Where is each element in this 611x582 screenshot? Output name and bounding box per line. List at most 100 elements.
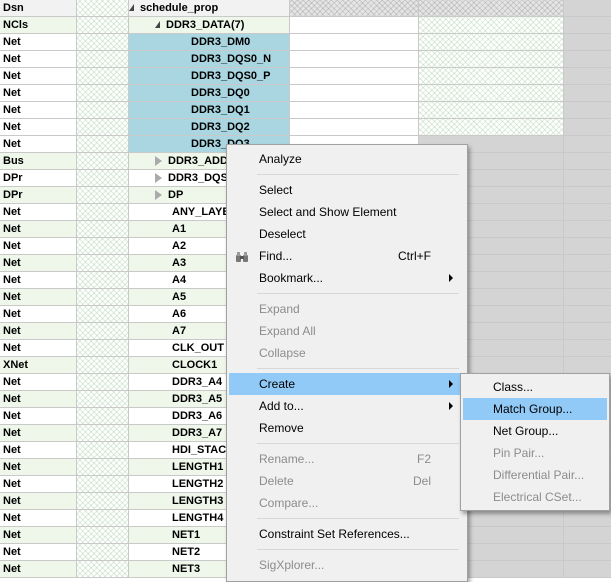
menu-add-to[interactable]: Add to... [229, 395, 465, 417]
value-cell[interactable] [290, 102, 419, 119]
row-name-label: A2 [172, 240, 187, 252]
value-cell[interactable] [290, 119, 419, 136]
expand-triangle-icon[interactable] [155, 190, 162, 201]
row-type-cell: Net [0, 289, 77, 306]
value-cell[interactable] [290, 17, 419, 34]
collapse-triangle-icon[interactable] [129, 3, 134, 11]
value-cell[interactable] [419, 17, 564, 34]
menu-remove[interactable]: Remove [229, 417, 465, 439]
value-cell[interactable] [290, 85, 419, 102]
blank-cell [77, 561, 129, 578]
row-name-cell[interactable]: DDR3_DATA(7) [129, 17, 290, 34]
menu-separator [257, 174, 459, 175]
table-row[interactable]: NCls DDR3_DATA(7) [0, 17, 611, 34]
menu-separator [257, 518, 459, 519]
blank-cell [77, 153, 129, 170]
menu-find[interactable]: Find... Ctrl+F [229, 245, 465, 267]
menu-compare: Compare... [229, 492, 465, 514]
blank-cell [77, 34, 129, 51]
menu-item-label: Bookmark... [259, 271, 324, 285]
row-name-label: A7 [172, 325, 187, 337]
table-row[interactable]: Net DDR3_DQ1 [0, 102, 611, 119]
value-cell [564, 510, 611, 527]
row-name-label: A3 [172, 257, 187, 269]
row-name-label: DDR3_DQS0_P [191, 70, 271, 82]
submenu-net-group[interactable]: Net Group... [463, 420, 607, 442]
blank-cell [77, 493, 129, 510]
blank-cell [77, 136, 129, 153]
value-cell [564, 170, 611, 187]
row-type-cell: Net [0, 136, 77, 153]
menu-item-label: Create [259, 377, 296, 391]
blank-cell [77, 323, 129, 340]
value-cell [564, 544, 611, 561]
row-name-cell[interactable]: DDR3_DQ2 [129, 119, 290, 136]
row-type-cell: Net [0, 34, 77, 51]
menu-item-label: Deselect [259, 227, 306, 241]
menu-constraint-set-references[interactable]: Constraint Set References... [229, 523, 465, 545]
blank-cell [77, 544, 129, 561]
menu-select-and-show[interactable]: Select and Show Element [229, 201, 465, 223]
menu-deselect[interactable]: Deselect [229, 223, 465, 245]
table-row[interactable]: Net DDR3_DM0 [0, 34, 611, 51]
row-name-label: NET2 [172, 546, 201, 558]
value-cell [564, 238, 611, 255]
submenu-class[interactable]: Class... [463, 376, 607, 398]
menu-item-label: Expand [259, 302, 300, 316]
value-cell[interactable] [419, 102, 564, 119]
value-cell [564, 340, 611, 357]
value-cell [564, 153, 611, 170]
table-row[interactable]: Net DDR3_DQS0_P [0, 68, 611, 85]
blank-cell [77, 85, 129, 102]
value-cell[interactable] [419, 34, 564, 51]
menu-bookmark[interactable]: Bookmark... [229, 267, 465, 289]
row-type-cell: Net [0, 459, 77, 476]
row-type-cell: Net [0, 68, 77, 85]
value-cell[interactable] [419, 68, 564, 85]
table-row[interactable]: Net DDR3_DQ0 [0, 85, 611, 102]
blank-cell [77, 119, 129, 136]
row-name-cell[interactable]: DDR3_DM0 [129, 34, 290, 51]
row-name-cell[interactable]: DDR3_DQ1 [129, 102, 290, 119]
menu-shortcut: F2 [416, 452, 431, 466]
row-name-label: CLK_OUT [172, 342, 224, 354]
menu-item-label: Net Group... [493, 424, 559, 438]
header-type-column[interactable]: Dsn [0, 0, 77, 17]
row-name-cell[interactable]: DDR3_DQS0_N [129, 51, 290, 68]
expand-triangle-icon[interactable] [155, 156, 162, 167]
row-name-cell[interactable]: DDR3_DQS0_P [129, 68, 290, 85]
row-name-cell[interactable]: DDR3_DQ0 [129, 85, 290, 102]
collapse-triangle-icon[interactable] [155, 20, 160, 28]
menu-item-label: Electrical CSet... [493, 490, 582, 504]
submenu-arrow-icon [449, 402, 453, 410]
menu-create[interactable]: Create [229, 373, 465, 395]
value-cell[interactable] [290, 68, 419, 85]
row-name-label: NET3 [172, 563, 201, 575]
value-cell[interactable] [419, 119, 564, 136]
menu-select[interactable]: Select [229, 179, 465, 201]
row-type-cell: Net [0, 340, 77, 357]
binoculars-icon [235, 249, 249, 263]
menu-shortcut: Del [412, 474, 431, 488]
row-type-cell: DPr [0, 187, 77, 204]
menu-item-label: Delete [259, 474, 294, 488]
expand-triangle-icon[interactable] [155, 173, 162, 184]
value-cell[interactable] [419, 85, 564, 102]
value-cell[interactable] [290, 34, 419, 51]
row-type-cell: Net [0, 544, 77, 561]
row-type-cell: Net [0, 306, 77, 323]
blank-cell [77, 238, 129, 255]
value-cell[interactable] [419, 51, 564, 68]
menu-item-label: Constraint Set References... [259, 527, 410, 541]
table-row[interactable]: Net DDR3_DQ2 [0, 119, 611, 136]
menu-item-label: Select [259, 183, 293, 197]
menu-delete: Delete Del [229, 470, 465, 492]
submenu-match-group[interactable]: Match Group... [463, 398, 607, 420]
submenu-pin-pair: Pin Pair... [463, 442, 607, 464]
table-row[interactable]: Net DDR3_DQS0_N [0, 51, 611, 68]
menu-analyze[interactable]: Analyze [229, 148, 465, 170]
value-cell[interactable] [290, 51, 419, 68]
header-object-column[interactable]: schedule_prop [129, 0, 290, 17]
blank-cell [77, 442, 129, 459]
row-type-cell: Net [0, 119, 77, 136]
